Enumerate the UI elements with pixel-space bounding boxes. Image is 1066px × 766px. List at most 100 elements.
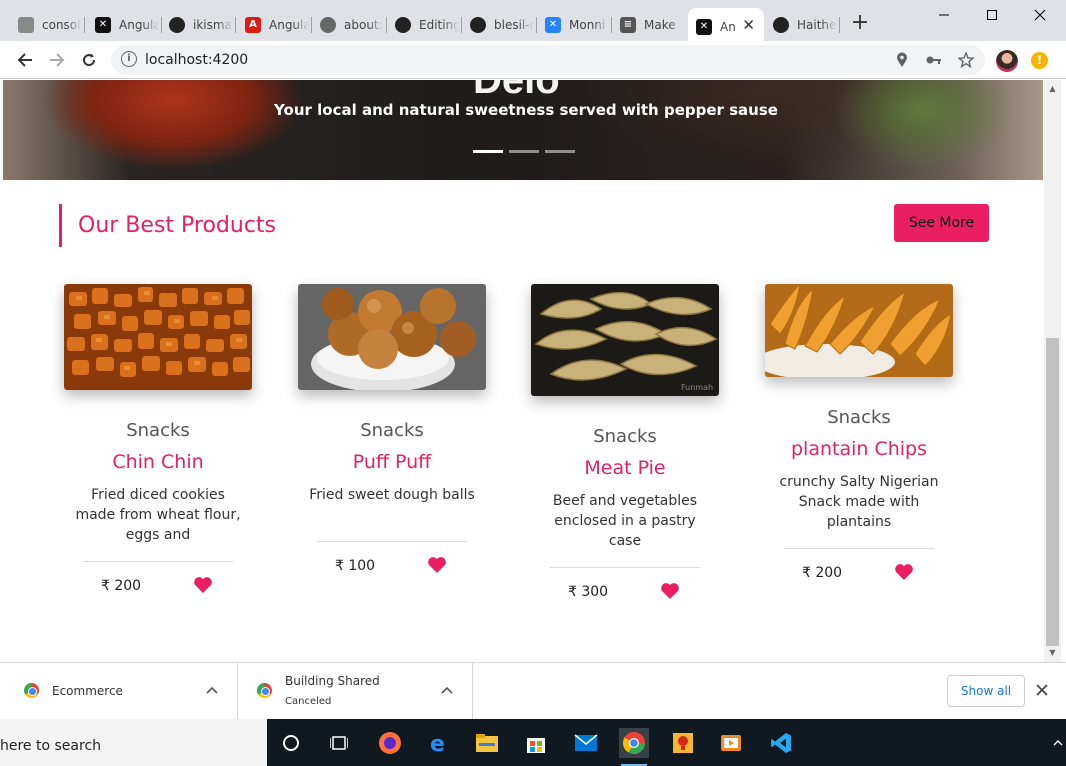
product-name[interactable]: Meat Pie: [530, 457, 720, 479]
update-alert-icon[interactable]: !: [1031, 52, 1048, 69]
github-icon: [169, 16, 185, 33]
github-icon: [470, 16, 486, 33]
back-arrow-icon[interactable]: [13, 48, 37, 72]
new-tab-icon[interactable]: +: [848, 12, 872, 36]
tab-active-app[interactable]: ✕ An ✕: [688, 8, 764, 45]
windows-taskbar: here to search e: [0, 719, 1066, 766]
page-scrollbar[interactable]: ▲ ▼: [1044, 80, 1061, 662]
taskbar-search-placeholder: here to search: [0, 738, 102, 754]
maximize-icon[interactable]: [968, 0, 1016, 30]
hero-carousel: Delo Your local and natural sweetness se…: [3, 80, 1043, 180]
tab-angular-1[interactable]: ✕ Angula: [87, 8, 162, 41]
tab-confluence[interactable]: ✕ Monni: [537, 8, 612, 41]
chevron-up-icon[interactable]: [440, 683, 454, 697]
profile-avatar[interactable]: [996, 50, 1018, 72]
scroll-thumb[interactable]: [1046, 338, 1059, 646]
download-status: Canceled: [285, 696, 332, 707]
firefox-icon[interactable]: [375, 728, 405, 758]
document-icon: ≡: [620, 16, 636, 33]
product-category: Snacks: [126, 420, 190, 441]
vscode-icon[interactable]: [766, 728, 796, 758]
product-image-chin-chin[interactable]: [64, 284, 252, 390]
bookmark-star-icon[interactable]: [958, 52, 974, 68]
heart-icon[interactable]: [427, 556, 447, 574]
angular-shield-icon: A: [245, 16, 261, 33]
heart-icon[interactable]: [660, 582, 680, 600]
product-card[interactable]: Funmah Snacks Meat Pie Beef and vegetabl…: [530, 284, 720, 613]
scroll-up-arrow-icon[interactable]: ▲: [1044, 82, 1061, 96]
scroll-down-arrow-icon[interactable]: ▼: [1044, 646, 1061, 660]
product-card[interactable]: Snacks plantain Chips crunchy Salty Nige…: [764, 284, 954, 594]
carousel-indicators: [473, 150, 575, 153]
key-icon[interactable]: [926, 52, 942, 68]
product-price: ₹ 200: [101, 578, 142, 594]
tab-angular-2[interactable]: A Angula: [237, 8, 312, 41]
section-title: Our Best Products: [78, 213, 276, 238]
address-bar[interactable]: i localhost:4200: [111, 45, 985, 75]
site-info-icon[interactable]: i: [121, 51, 137, 67]
see-more-button[interactable]: See More: [894, 204, 989, 242]
reload-icon[interactable]: [77, 48, 101, 72]
tab-github-haithe[interactable]: Haithe: [765, 8, 840, 41]
chrome-taskbar-icon[interactable]: [619, 728, 649, 766]
minimize-icon[interactable]: [920, 0, 968, 30]
download-shelf: Ecommerce Building Shared Canceled Show …: [0, 662, 1066, 719]
generic-page-icon: [18, 16, 34, 33]
heart-icon[interactable]: [193, 576, 213, 594]
heart-icon[interactable]: [894, 563, 914, 581]
tab-github-editing[interactable]: Editing: [387, 8, 462, 41]
product-name[interactable]: plantain Chips: [764, 438, 954, 460]
carousel-indicator-2[interactable]: [509, 150, 539, 153]
task-view-icon[interactable]: [324, 728, 354, 758]
product-card[interactable]: Snacks Puff Puff Fried sweet dough balls…: [297, 284, 487, 587]
chevron-up-icon[interactable]: [205, 683, 219, 697]
product-category: Snacks: [827, 407, 891, 428]
github-icon: [395, 16, 411, 33]
download-item-ecommerce[interactable]: Ecommerce: [0, 663, 238, 719]
tab-github-1[interactable]: ikisma: [161, 8, 236, 41]
system-tray-chevron-icon[interactable]: [1050, 728, 1066, 758]
store-icon[interactable]: [521, 728, 551, 758]
tab-console[interactable]: consol: [10, 8, 85, 41]
product-price: ₹ 300: [568, 584, 609, 600]
edge-icon[interactable]: e: [424, 728, 454, 758]
product-image-puff-puff[interactable]: [298, 284, 486, 390]
forward-arrow-icon[interactable]: [45, 48, 69, 72]
file-explorer-icon[interactable]: [472, 728, 502, 758]
download-filename: Building Shared: [285, 674, 380, 688]
product-name[interactable]: Chin Chin: [63, 451, 253, 473]
location-pin-icon[interactable]: [894, 52, 910, 68]
product-name[interactable]: Puff Puff: [297, 451, 487, 473]
download-filename: Ecommerce: [52, 684, 123, 698]
taskbar-search[interactable]: here to search: [0, 719, 267, 766]
angular-x-icon: ✕: [95, 16, 111, 33]
hero-title: Delo: [473, 80, 560, 102]
page-viewport: Delo Your local and natural sweetness se…: [0, 80, 1066, 662]
download-item-building-shared[interactable]: Building Shared Canceled: [240, 663, 473, 719]
url-text[interactable]: localhost:4200: [145, 52, 248, 68]
carousel-indicator-1[interactable]: [473, 150, 503, 153]
close-icon[interactable]: [1034, 682, 1050, 698]
idea-app-icon[interactable]: [668, 728, 698, 758]
tab-strip: consol ✕ Angula ikisma A Angula about: E…: [0, 0, 1066, 45]
close-window-icon[interactable]: [1016, 0, 1064, 30]
mail-icon[interactable]: [571, 728, 601, 758]
product-description: Fried sweet dough balls: [309, 487, 475, 503]
tab-github-blesil[interactable]: blesil-r: [462, 8, 537, 41]
tab-make[interactable]: ≡ Make: [612, 8, 687, 41]
product-price: ₹ 200: [802, 565, 843, 581]
angular-x-icon: ✕: [696, 18, 712, 35]
show-all-button[interactable]: Show all: [947, 675, 1025, 707]
confluence-icon: ✕: [545, 16, 561, 33]
tab-about[interactable]: about:: [312, 8, 387, 41]
product-image-meat-pie[interactable]: Funmah: [531, 284, 719, 396]
product-image-plantain-chips[interactable]: [765, 284, 953, 377]
svg-text:e: e: [430, 732, 445, 755]
close-tab-icon[interactable]: ✕: [742, 16, 755, 34]
carousel-indicator-3[interactable]: [545, 150, 575, 153]
github-icon: [773, 16, 789, 33]
media-player-icon[interactable]: [716, 728, 746, 758]
product-price: ₹ 100: [335, 558, 376, 574]
cortana-icon[interactable]: [276, 728, 306, 758]
product-card[interactable]: Snacks Chin Chin Fried diced cookies mad…: [63, 284, 253, 607]
